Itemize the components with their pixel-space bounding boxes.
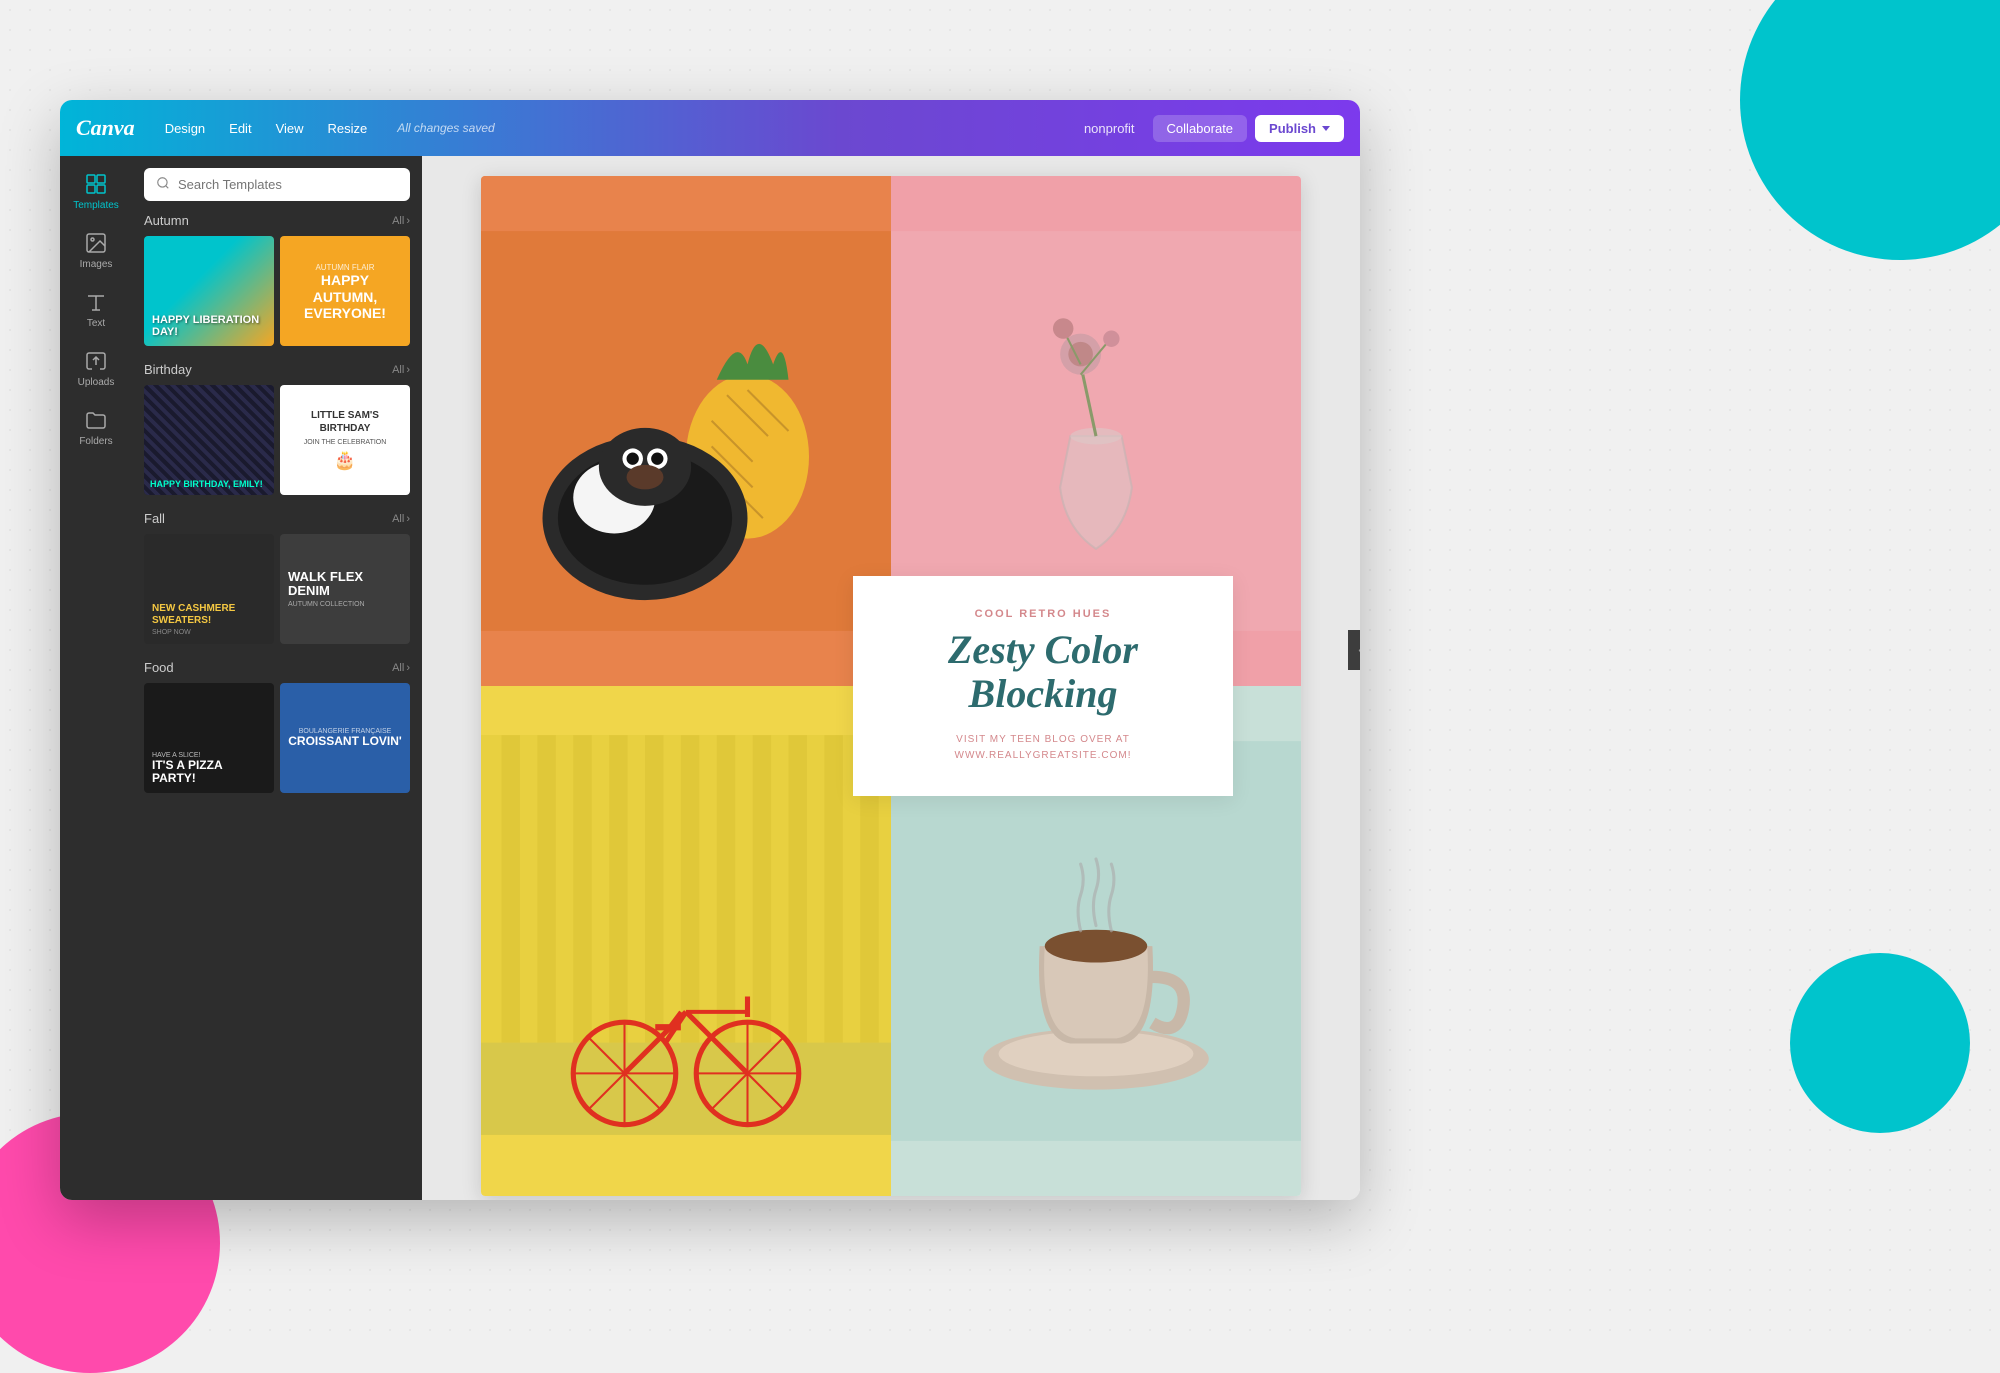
template-food-2[interactable]: BOULANGERIE FRANÇAISE CROISSANT LOVIN' — [280, 683, 410, 793]
search-input[interactable] — [178, 177, 398, 192]
template-fall-1[interactable]: NEW CASHMERE SWEATERS! SHOP NOW — [144, 534, 274, 644]
canvas-text-overlay: COOL RETRO HUES Zesty Color Blocking VIS… — [853, 576, 1233, 796]
templates-icon — [84, 172, 108, 196]
menu-view[interactable]: View — [266, 116, 314, 141]
images-label: Images — [80, 259, 113, 270]
sidebar-item-uploads[interactable]: Uploads — [66, 341, 126, 396]
text-icon — [84, 290, 108, 314]
fall-1-title: NEW CASHMERE SWEATERS! — [152, 603, 266, 627]
toolbar-menu: Design Edit View Resize — [155, 116, 378, 141]
birthday-2-sub: JOIN THE CELEBRATION — [304, 439, 387, 446]
template-autumn-2[interactable]: AUTUMN FLAIR HAPPY AUTUMN, EVERYONE! — [280, 236, 410, 346]
category-birthday-title: Birthday — [144, 362, 192, 377]
fall-templates-grid: NEW CASHMERE SWEATERS! SHOP NOW WALK FLE… — [144, 534, 410, 644]
template-autumn-1[interactable]: HAPPY LIBERATION DAY! — [144, 236, 274, 346]
search-icon — [156, 176, 170, 193]
food-2-title: CROISSANT LOVIN' — [288, 735, 402, 748]
canvas-tl-image — [481, 176, 891, 686]
sidebar-icons: Templates Images Text — [60, 156, 132, 1200]
folders-label: Folders — [79, 436, 112, 447]
publish-button[interactable]: Publish — [1255, 115, 1344, 142]
overlay-body: VISIT MY TEEN BLOG OVER ATWWW.REALLYGREA… — [889, 732, 1197, 764]
app-logo: Canva — [76, 115, 135, 141]
nonprofit-label: nonprofit — [1074, 115, 1145, 142]
autumn-templates-grid: HAPPY LIBERATION DAY! AUTUMN FLAIR HAPPY… — [144, 236, 410, 346]
template-birthday-1[interactable]: HAPPY BIRTHDAY, EMILY! — [144, 385, 274, 495]
category-fall-title: Fall — [144, 511, 165, 526]
birthday-templates-grid: HAPPY BIRTHDAY, EMILY! LITTLE SAM'S BIRT… — [144, 385, 410, 495]
templates-scroll: Autumn All › HAPPY LIBERATION DAY! — [132, 209, 422, 1200]
canvas-bl-image — [481, 686, 891, 1196]
birthday-2-title: LITTLE SAM'S BIRTHDAY — [288, 409, 402, 435]
publish-chevron-icon — [1322, 126, 1330, 131]
canvas-cell-bottom-left — [481, 686, 891, 1196]
category-food-title: Food — [144, 660, 174, 675]
sidebar-item-text[interactable]: Text — [66, 282, 126, 337]
app-window: Canva Design Edit View Resize All change… — [60, 100, 1360, 1200]
templates-label: Templates — [73, 200, 119, 211]
templates-panel: Autumn All › HAPPY LIBERATION DAY! — [132, 156, 422, 1200]
category-birthday-header: Birthday All › — [144, 362, 410, 377]
decorative-blob-teal-bottom — [1790, 953, 1970, 1133]
birthday-1-text: HAPPY BIRTHDAY, EMILY! — [150, 479, 263, 489]
uploads-label: Uploads — [78, 377, 115, 388]
text-label: Text — [87, 318, 105, 329]
uploads-icon — [84, 349, 108, 373]
menu-edit[interactable]: Edit — [219, 116, 261, 141]
canvas-cell-top-left — [481, 176, 891, 686]
collaborate-button[interactable]: Collaborate — [1153, 115, 1248, 142]
food-templates-grid: HAVE A SLICE! IT'S A PIZZA PARTY! BOULAN… — [144, 683, 410, 793]
fall-2-sub: AUTUMN COLLECTION — [288, 601, 402, 608]
category-autumn-title: Autumn — [144, 213, 189, 228]
autumn-2-sub: AUTUMN FLAIR — [315, 263, 374, 272]
category-autumn-header: Autumn All › — [144, 213, 410, 228]
category-fall-all[interactable]: All › — [392, 513, 410, 525]
category-food: Food All › HAVE A SLICE! IT'S A PIZZA PA… — [144, 660, 410, 793]
category-autumn-all[interactable]: All › — [392, 215, 410, 227]
category-autumn: Autumn All › HAPPY LIBERATION DAY! — [144, 213, 410, 346]
folders-icon — [84, 408, 108, 432]
main-content: Templates Images Text — [60, 156, 1360, 1200]
save-status: All changes saved — [397, 121, 494, 135]
overlay-title: Zesty Color Blocking — [889, 628, 1197, 716]
template-fall-2[interactable]: WALK FLEX DENIM AUTUMN COLLECTION — [280, 534, 410, 644]
autumn-2-text: HAPPY AUTUMN, EVERYONE! — [288, 272, 402, 322]
canvas-area: COOL RETRO HUES Zesty Color Blocking VIS… — [422, 156, 1360, 1200]
fall-1-sub: SHOP NOW — [152, 629, 266, 636]
autumn-1-text: HAPPY LIBERATION DAY! — [152, 314, 266, 338]
category-fall: Fall All › NEW CASHMERE SWEATERS! SHOP N… — [144, 511, 410, 644]
sidebar-item-templates[interactable]: Templates — [66, 164, 126, 219]
overlay-label: COOL RETRO HUES — [889, 608, 1197, 620]
category-fall-header: Fall All › — [144, 511, 410, 526]
search-bar-wrap — [132, 156, 422, 209]
category-birthday: Birthday All › HAPPY BIRTHDAY, EMILY! — [144, 362, 410, 495]
design-canvas[interactable]: COOL RETRO HUES Zesty Color Blocking VIS… — [481, 176, 1301, 1196]
sidebar-item-images[interactable]: Images — [66, 223, 126, 278]
fall-2-title: WALK FLEX DENIM — [288, 570, 402, 599]
template-food-1[interactable]: HAVE A SLICE! IT'S A PIZZA PARTY! — [144, 683, 274, 793]
category-food-header: Food All › — [144, 660, 410, 675]
toolbar: Canva Design Edit View Resize All change… — [60, 100, 1360, 156]
search-bar — [144, 168, 410, 201]
menu-design[interactable]: Design — [155, 116, 215, 141]
template-birthday-2[interactable]: LITTLE SAM'S BIRTHDAY JOIN THE CELEBRATI… — [280, 385, 410, 495]
sidebar-item-folders[interactable]: Folders — [66, 400, 126, 455]
category-birthday-all[interactable]: All › — [392, 364, 410, 376]
menu-resize[interactable]: Resize — [318, 116, 378, 141]
images-icon — [84, 231, 108, 255]
food-1-title: IT'S A PIZZA PARTY! — [152, 759, 266, 785]
category-food-all[interactable]: All › — [392, 662, 410, 674]
birthday-2-icon: 🎂 — [334, 450, 356, 471]
